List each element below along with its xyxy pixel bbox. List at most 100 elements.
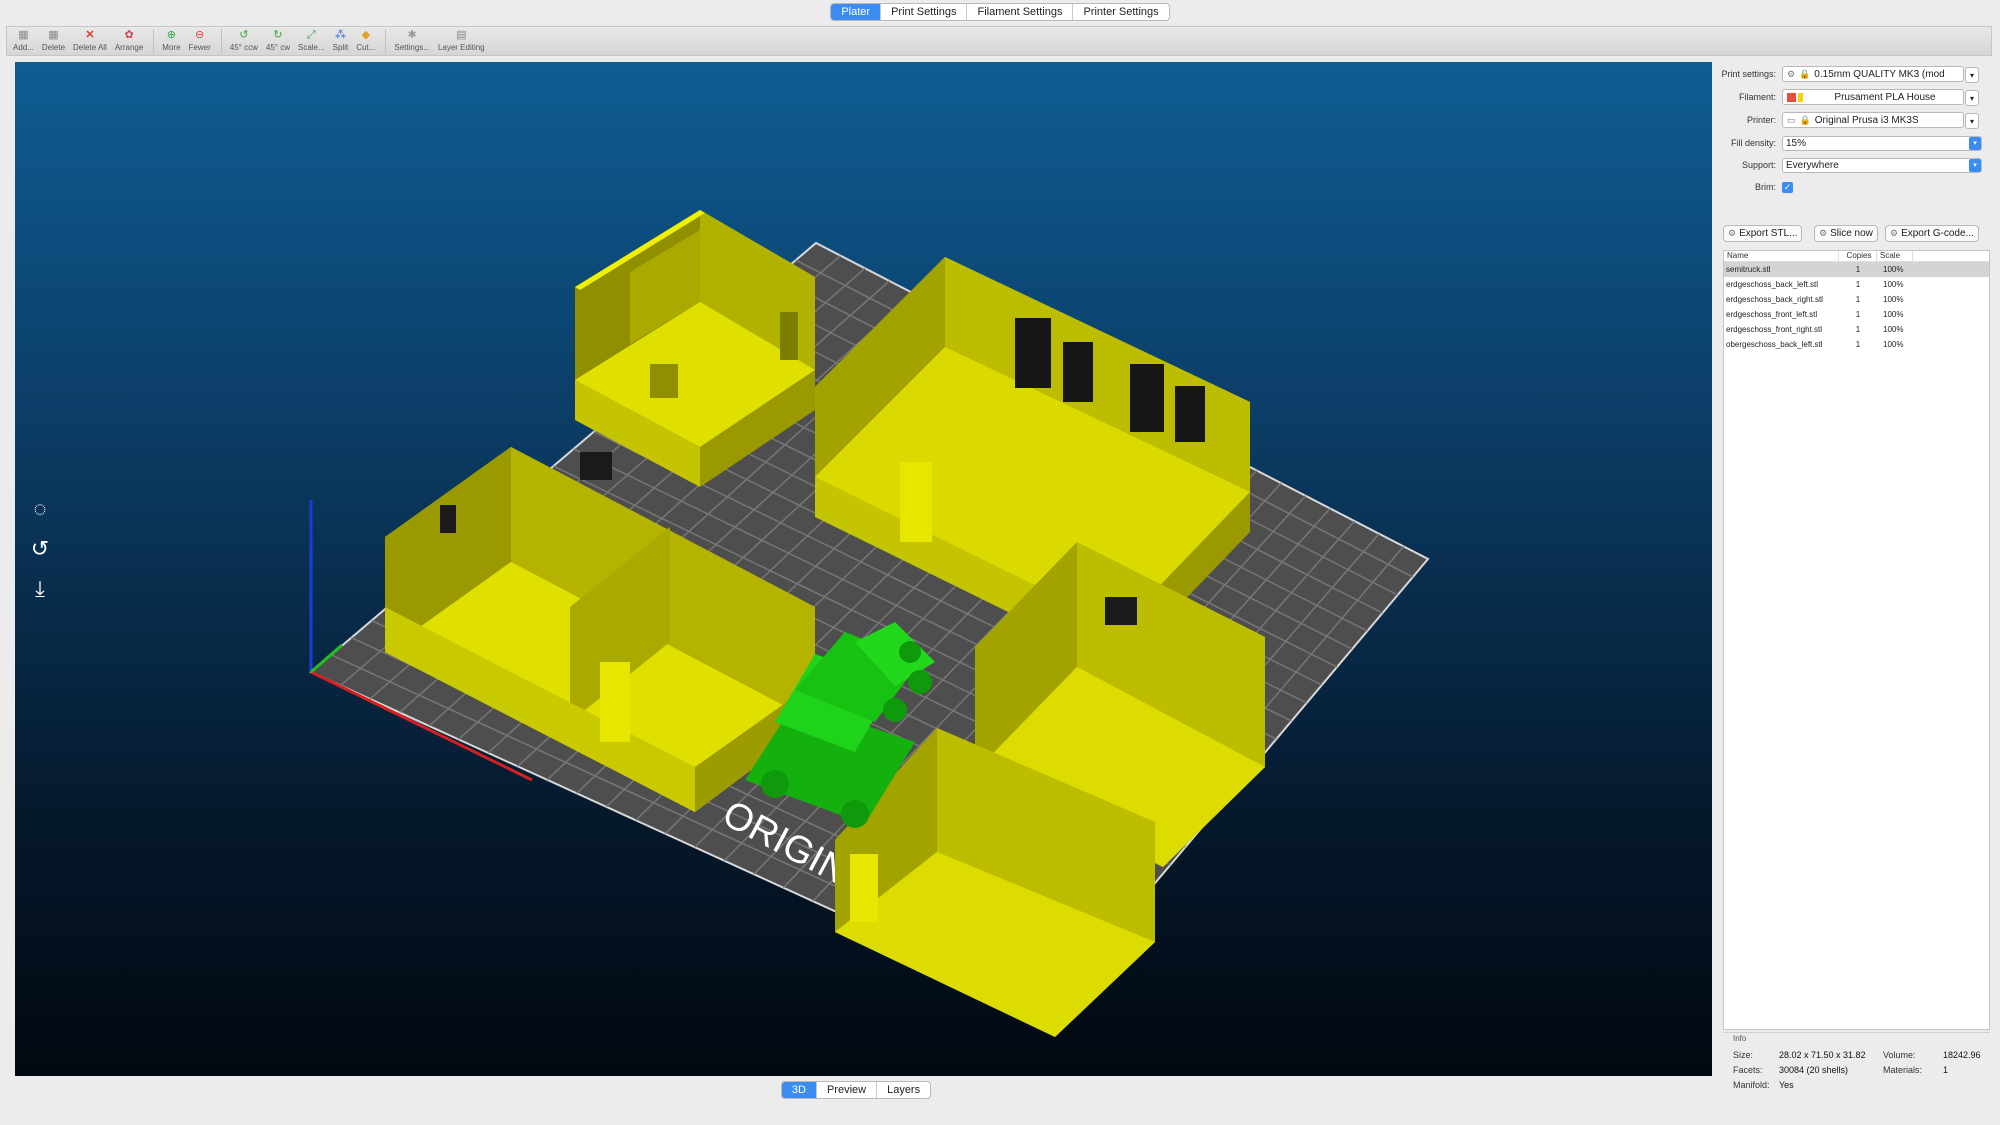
scale-icon: ⤢ xyxy=(306,29,316,41)
tab-preview[interactable]: Preview xyxy=(817,1082,878,1098)
plater-toolbar: ▦ Add... ▦ Delete ✕ Delete All ✿ Arrange ⊕ Mo… xyxy=(6,26,1992,56)
object-list[interactable]: Name Copies Scale semitruck.stl 1 100% e… xyxy=(1723,250,1990,1030)
info-title: Info xyxy=(1733,1034,1747,1043)
manifold-label: Manifold: xyxy=(1733,1080,1770,1090)
printer-label: Printer: xyxy=(1746,115,1776,125)
chevron-down-icon[interactable]: ▾ xyxy=(1965,67,1979,83)
lock-icon: 🔒 xyxy=(1799,68,1811,79)
filament-value: Prusament PLA House xyxy=(1834,91,1936,103)
print-settings-select[interactable]: ⚙ 🔒 0.15mm QUALITY MK3 (mod ▾ xyxy=(1782,66,1979,83)
add-icon: ▦ xyxy=(18,29,29,41)
view-mode-tabs: 3D Preview Layers xyxy=(0,1081,1712,1099)
size-value: 28.02 x 71.50 x 31.82 xyxy=(1779,1050,1866,1060)
delete-button[interactable]: ▦ Delete xyxy=(42,27,65,52)
chevron-down-icon[interactable]: ▾ xyxy=(1965,90,1979,106)
chevron-down-icon[interactable]: ▾ xyxy=(1965,113,1979,129)
export-gcode-button[interactable]: ⚙ Export G-code... xyxy=(1885,225,1979,242)
export-gcode-icon: ⚙ xyxy=(1890,228,1899,238)
info-box: Info Size: 28.02 x 71.50 x 31.82 Volume:… xyxy=(1723,1032,1990,1102)
support-label: Support: xyxy=(1741,160,1776,170)
fewer-button[interactable]: ⊖ Fewer xyxy=(189,27,211,52)
rotate-ccw-icon: ↺ xyxy=(239,29,249,41)
fill-density-select[interactable]: 15% ▾ xyxy=(1782,135,1982,151)
delete-all-icon: ✕ xyxy=(85,29,95,41)
split-icon: ⁂ xyxy=(334,29,346,41)
arrange-button[interactable]: ✿ Arrange xyxy=(115,27,143,52)
gear-icon: ⚙ xyxy=(1787,68,1796,79)
split-button[interactable]: ⁂ Split xyxy=(333,27,349,52)
brim-checkbox[interactable]: ✓ xyxy=(1782,181,1793,193)
column-header-name[interactable]: Name xyxy=(1724,251,1839,261)
cut-button[interactable]: ◆ Cut... xyxy=(356,27,375,52)
settings-icon: ✱ xyxy=(407,29,417,41)
table-row[interactable]: erdgeschoss_front_left.stl 1 100% xyxy=(1724,307,1989,322)
column-header-scale[interactable]: Scale xyxy=(1877,251,1913,261)
volume-value: 18242.96 xyxy=(1943,1050,1981,1060)
filament-color-swatch-secondary xyxy=(1798,92,1803,102)
fill-density-value: 15% xyxy=(1786,137,1807,149)
print-settings-value: 0.15mm QUALITY MK3 (mod xyxy=(1814,68,1945,80)
support-value: Everywhere xyxy=(1786,159,1839,171)
filament-select[interactable]: Prusament PLA House ▾ xyxy=(1782,89,1979,106)
materials-label: Materials: xyxy=(1883,1065,1923,1075)
table-row[interactable]: obergeschoss_back_left.stl 1 100% xyxy=(1724,337,1989,352)
tab-plater[interactable]: Plater xyxy=(831,4,882,20)
rotate-view-icon[interactable]: ↺ xyxy=(23,532,57,566)
3d-scene[interactable]: ORIGINA xyxy=(15,62,1712,1076)
export-icon: ⚙ xyxy=(1728,228,1737,238)
rotate-cw-button[interactable]: ↻ 45° cw xyxy=(266,27,290,52)
tab-layers[interactable]: Layers xyxy=(877,1082,930,1098)
brim-label: Brim: xyxy=(1755,182,1776,192)
table-row[interactable]: erdgeschoss_front_right.stl 1 100% xyxy=(1724,322,1989,337)
toolbar-separator xyxy=(153,29,155,53)
support-select[interactable]: Everywhere ▾ xyxy=(1782,157,1982,173)
tab-3d[interactable]: 3D xyxy=(781,1082,817,1098)
table-row[interactable]: erdgeschoss_back_right.stl 1 100% xyxy=(1724,292,1989,307)
zoom-icon[interactable]: ◌ xyxy=(23,492,57,526)
column-header-copies[interactable]: Copies xyxy=(1839,251,1877,261)
scale-button[interactable]: ⤢ Scale... xyxy=(298,27,325,52)
arrange-icon: ✿ xyxy=(124,29,134,41)
fill-density-row: Fill density: 15% ▾ xyxy=(1720,135,1992,151)
facets-value: 30084 (20 shells) xyxy=(1779,1065,1849,1075)
rotate-ccw-button[interactable]: ↺ 45° ccw xyxy=(230,27,258,52)
brim-row: Brim: ✓ xyxy=(1720,179,1992,195)
printer-row: Printer: ▭ 🔒 Original Prusa i3 MK3S ▾ xyxy=(1720,112,1992,129)
add-button[interactable]: ▦ Add... xyxy=(13,27,34,52)
table-row[interactable]: erdgeschoss_back_left.stl 1 100% xyxy=(1724,277,1989,292)
materials-value: 1 xyxy=(1943,1065,1949,1075)
object-list-header: Name Copies Scale xyxy=(1724,251,1989,262)
delete-icon: ▦ xyxy=(48,29,59,41)
print-settings-row: Print settings: ⚙ 🔒 0.15mm QUALITY MK3 (… xyxy=(1720,66,1992,83)
facets-label: Facets: xyxy=(1733,1065,1763,1075)
tab-print-settings[interactable]: Print Settings xyxy=(881,4,968,20)
fewer-icon: ⊖ xyxy=(195,29,205,41)
tab-filament-settings[interactable]: Filament Settings xyxy=(967,4,1074,20)
printer-value: Original Prusa i3 MK3S xyxy=(1814,114,1919,126)
cut-icon: ◆ xyxy=(361,29,371,41)
slice-now-button[interactable]: ⚙ Slice now xyxy=(1814,225,1878,242)
filament-color-swatch xyxy=(1787,92,1796,102)
table-row[interactable]: semitruck.stl 1 100% xyxy=(1724,262,1989,277)
more-button[interactable]: ⊕ More xyxy=(162,27,180,52)
toolbar-separator xyxy=(385,29,387,53)
pan-view-icon[interactable]: ⤓ xyxy=(23,572,57,606)
lock-icon: 🔒 xyxy=(1799,114,1811,125)
layer-editing-button[interactable]: ▤ Layer Editing xyxy=(438,27,485,52)
layer-editing-icon: ▤ xyxy=(456,29,467,41)
3d-viewport[interactable]: ORIGINA ◌ ↺ ⤓ xyxy=(15,62,1712,1076)
delete-all-button[interactable]: ✕ Delete All xyxy=(73,27,107,52)
fill-density-label: Fill density: xyxy=(1730,138,1776,148)
settings-panel: Print settings: ⚙ 🔒 0.15mm QUALITY MK3 (… xyxy=(1720,62,1992,1102)
chevron-down-icon[interactable]: ▾ xyxy=(1969,158,1981,172)
object-settings-button[interactable]: ✱ Settings... xyxy=(394,27,430,52)
printer-select[interactable]: ▭ 🔒 Original Prusa i3 MK3S ▾ xyxy=(1782,112,1979,129)
print-settings-label: Print settings: xyxy=(1721,69,1776,79)
tab-printer-settings[interactable]: Printer Settings xyxy=(1073,4,1168,20)
toolbar-separator xyxy=(220,29,222,53)
chevron-down-icon[interactable]: ▾ xyxy=(1969,136,1981,150)
export-stl-button[interactable]: ⚙ Export STL... xyxy=(1723,225,1803,242)
filament-label: Filament: xyxy=(1738,92,1776,102)
size-label: Size: xyxy=(1733,1050,1754,1060)
rotate-cw-icon: ↻ xyxy=(273,29,283,41)
